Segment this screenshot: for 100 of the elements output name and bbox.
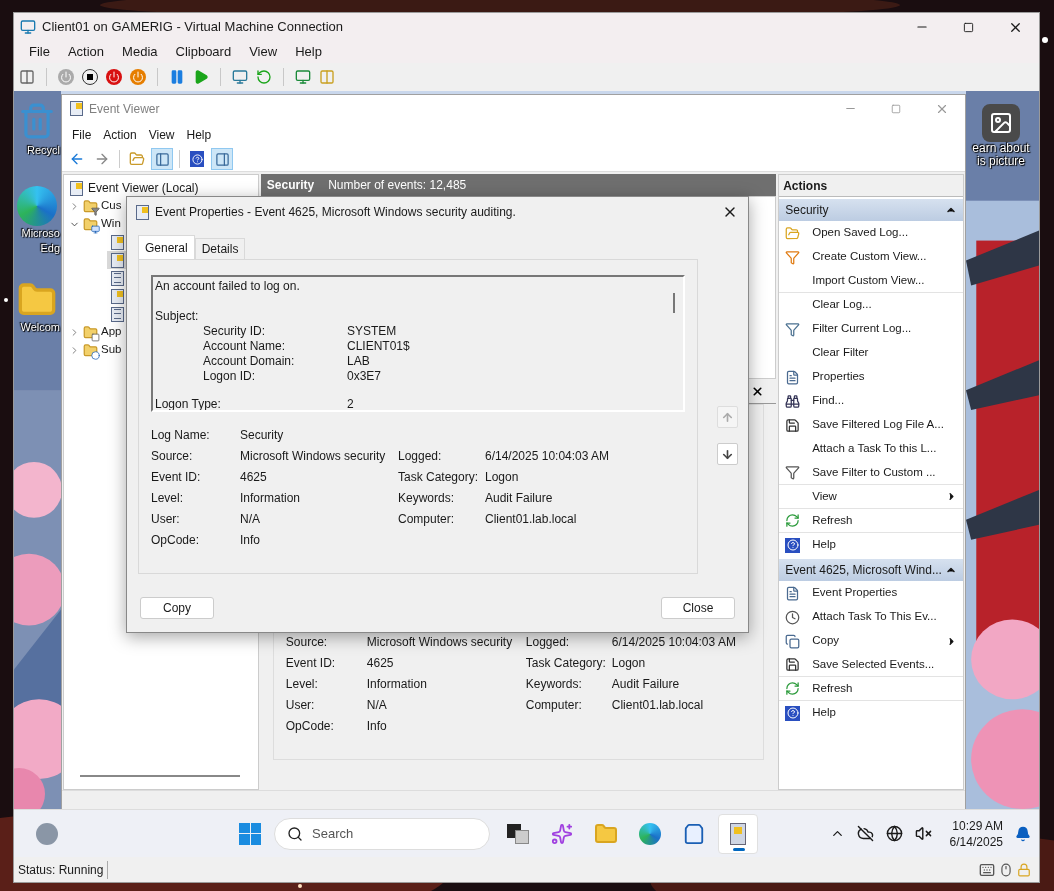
command-link[interactable]: Save Filtered Log File A... — [812, 416, 957, 434]
desktop-icon-label[interactable]: Microso — [21, 226, 60, 241]
menu-item[interactable]: View — [142, 125, 181, 144]
save-icon — [785, 417, 801, 433]
tab[interactable]: Details — [194, 238, 246, 259]
section-header[interactable]: Event 4625, Microsoft Wind... — [779, 559, 963, 581]
field-value: Information — [240, 489, 302, 507]
menu-item[interactable]: File — [66, 125, 98, 144]
play-icon[interactable] — [193, 69, 209, 85]
command-link[interactable]: Save Selected Events... — [812, 655, 957, 674]
clock-date[interactable]: 6/14/2025 — [949, 833, 1003, 850]
cloud-off-icon[interactable] — [856, 825, 874, 842]
search-placeholder: Search — [312, 824, 354, 843]
menu-item[interactable]: Clipboard — [166, 42, 241, 62]
command-link[interactable]: Refresh — [812, 679, 957, 698]
search-field[interactable]: Search — [274, 817, 490, 850]
arrow-right-icon — [94, 151, 110, 167]
command-link[interactable]: Create Custom View... — [812, 248, 957, 266]
panel-icon — [154, 151, 170, 167]
action-pane-button[interactable] — [211, 148, 233, 170]
tab[interactable]: General — [138, 235, 195, 259]
desktop-icon-label[interactable]: Edg — [40, 241, 60, 256]
command-link[interactable]: Help — [812, 536, 957, 554]
field-label: Logged: — [525, 633, 571, 651]
funnel-icon — [785, 249, 801, 265]
event-count: Number of events: 12,485 — [328, 177, 467, 194]
monitor-icon[interactable] — [295, 69, 311, 85]
search-icon — [287, 825, 303, 842]
help-icon — [785, 705, 801, 721]
command-link[interactable]: Copy — [812, 632, 934, 650]
section-header[interactable]: Security — [779, 199, 963, 221]
tree-item[interactable]: Sub — [101, 341, 122, 359]
menu-item[interactable]: Help — [180, 125, 218, 144]
command-link[interactable]: Attach a Task To this L... — [812, 440, 957, 458]
log-name: Security — [266, 177, 315, 194]
log-warning-icon — [70, 180, 83, 196]
event-viewer-icon — [730, 822, 746, 845]
menu-item[interactable]: Action — [58, 42, 114, 62]
command-link[interactable]: View — [812, 487, 934, 506]
description-text: 0x3E7 — [347, 369, 382, 384]
command-link[interactable]: Attach Task To This Ev... — [812, 608, 957, 626]
tree-item[interactable]: Win — [101, 215, 121, 233]
lock-icon — [1017, 861, 1031, 878]
undo-icon[interactable] — [256, 69, 272, 85]
funnel-icon — [785, 321, 801, 337]
command-link[interactable]: Properties — [812, 368, 957, 386]
clock-time[interactable]: 10:29 AM — [952, 817, 1003, 834]
desktop-icon-label[interactable]: is picture — [977, 155, 1025, 168]
pause-icon[interactable] — [169, 69, 185, 85]
tree-item[interactable]: App — [101, 323, 122, 341]
tree-toggle-button[interactable] — [151, 148, 173, 170]
copy-button[interactable]: Copy — [140, 597, 214, 619]
command-link[interactable]: Find... — [812, 392, 957, 410]
power-icon[interactable] — [106, 69, 122, 85]
command-link[interactable]: Help — [812, 704, 957, 722]
menu-item[interactable]: View — [240, 42, 287, 62]
command-link[interactable]: Event Properties — [812, 584, 957, 602]
tree-item[interactable] — [107, 251, 127, 269]
command-link[interactable]: Clear Log... — [812, 296, 957, 314]
funnel-icon — [785, 465, 801, 480]
menu-item[interactable]: Media — [113, 42, 167, 62]
menu-item[interactable]: File — [20, 42, 59, 62]
field-value: 6/14/2025 10:04:03 AM — [485, 447, 610, 465]
field-value: Info — [240, 531, 261, 549]
desktop-icon-label[interactable]: Recycl — [27, 143, 60, 158]
command-link[interactable]: Clear Filter — [812, 344, 957, 362]
notification-icon[interactable] — [1015, 825, 1031, 842]
desktop-icon-label[interactable]: Welcom — [20, 320, 60, 335]
close-button[interactable]: Close — [661, 597, 735, 619]
active-indicator — [733, 847, 745, 851]
tree-item[interactable]: Event Viewer (Local) — [88, 179, 199, 197]
mouse-icon — [999, 861, 1013, 878]
command-link[interactable]: Open Saved Log... — [812, 224, 957, 242]
globe-icon[interactable] — [885, 825, 903, 842]
description-text: Account Domain: — [203, 354, 296, 369]
picture-icon[interactable] — [982, 104, 1020, 142]
command-link[interactable]: Save Filter to Custom ... — [812, 463, 957, 482]
menu-item[interactable]: Action — [97, 125, 143, 144]
field-label: Task Category: — [398, 468, 480, 486]
description-text: Logon Type: — [155, 397, 222, 410]
command-link[interactable]: Refresh — [812, 511, 957, 530]
field-label: Event ID: — [285, 654, 337, 672]
command-link[interactable]: Import Custom View... — [812, 271, 957, 290]
field-value: Client01.lab.local — [485, 510, 577, 528]
field-label: User: — [151, 510, 181, 528]
field-value: N/A — [366, 696, 388, 714]
power-icon[interactable] — [130, 69, 146, 85]
field-label: User: — [285, 696, 316, 714]
field-value: 4625 — [240, 468, 268, 486]
next-button[interactable] — [717, 443, 738, 465]
volume-muted-icon[interactable] — [914, 825, 932, 842]
menu-item[interactable]: Help — [286, 42, 331, 62]
windows-icon — [239, 822, 261, 845]
desktop-icon-label[interactable]: earn about — [972, 142, 1030, 155]
maximize-icon[interactable] — [963, 21, 974, 33]
command-link[interactable]: Filter Current Log... — [812, 320, 957, 338]
field-label: Source: — [151, 447, 194, 465]
tree-item[interactable]: Cus — [101, 197, 122, 215]
copilot-icon — [551, 822, 573, 845]
pane-title: Actions — [783, 177, 828, 195]
